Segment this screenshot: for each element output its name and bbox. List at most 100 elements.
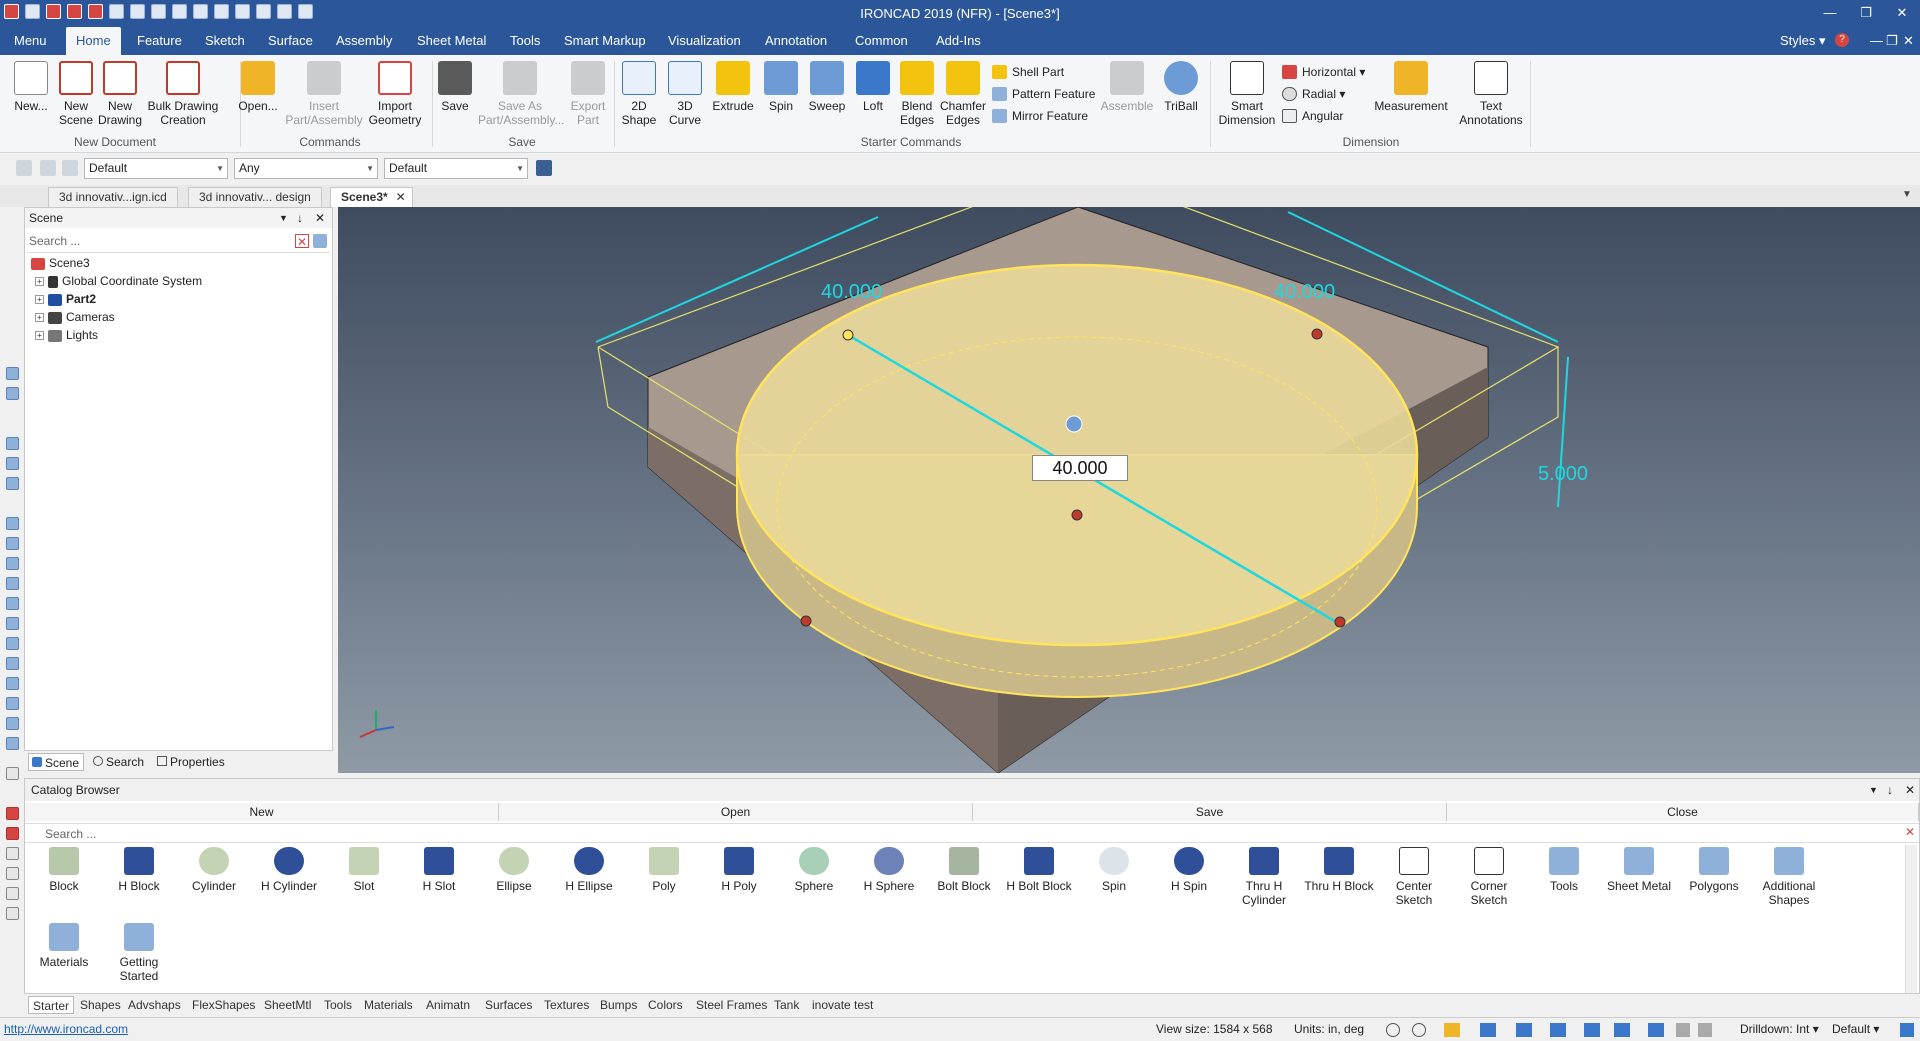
blend-edges-button[interactable]: Blend Edges — [896, 61, 938, 127]
clear-search-icon[interactable]: ✕ — [295, 234, 309, 249]
dimension-label-right[interactable]: 40.000 — [1274, 281, 1335, 303]
handle-point[interactable] — [800, 615, 812, 627]
style-select[interactable]: Default ▾ — [1832, 1018, 1879, 1040]
extrude-button[interactable]: Extrude — [710, 61, 756, 113]
scene-search-input[interactable]: Search ... — [27, 232, 297, 250]
angular-dimension-button[interactable]: Angular — [1282, 107, 1343, 125]
mirror-feature-button[interactable]: Mirror Feature — [992, 107, 1088, 125]
shell-part-button[interactable]: Shell Part — [992, 63, 1064, 81]
tree-node-lights[interactable]: + Lights — [35, 326, 98, 344]
save-as-part-button[interactable]: Save As Part/Assembly... — [478, 61, 564, 127]
catalog-item-thru-h-cylinder[interactable]: Thru H Cylinder — [1229, 847, 1299, 907]
catalog-item-h-block[interactable]: H Block — [104, 847, 174, 893]
strip-tool-icon[interactable] — [6, 677, 19, 690]
close-icon[interactable]: ✕ — [396, 188, 406, 206]
strip-tool-icon[interactable] — [6, 827, 19, 840]
triball-button[interactable]: TriBall — [1158, 61, 1204, 113]
strip-tool-icon[interactable] — [6, 477, 19, 490]
close-icon[interactable]: ✕ — [315, 208, 325, 228]
catalog-tab-steel-frames[interactable]: Steel Frames — [696, 996, 767, 1014]
strip-tool-icon[interactable] — [6, 597, 19, 610]
tab-surface[interactable]: Surface — [258, 27, 323, 55]
pin-icon[interactable]: ↓ — [297, 208, 303, 228]
tab-tools[interactable]: Tools — [500, 27, 550, 55]
loft-button[interactable]: Loft — [852, 61, 894, 113]
catalog-tab-inovate-test[interactable]: inovate test — [812, 996, 873, 1014]
dimension-label-left[interactable]: 40.000 — [821, 281, 882, 303]
strip-tool-icon[interactable] — [6, 637, 19, 650]
catalog-item-h-slot[interactable]: H Slot — [404, 847, 474, 893]
measurement-button[interactable]: Measurement — [1370, 61, 1452, 113]
tab-home[interactable]: Home — [66, 27, 121, 55]
ribbon-minimize-icon[interactable]: — — [1870, 33, 1883, 48]
2d-shape-button[interactable]: 2D Shape — [618, 61, 660, 127]
pattern-feature-button[interactable]: Pattern Feature — [992, 85, 1095, 103]
handle-point[interactable] — [1311, 328, 1323, 340]
catalog-item-poly[interactable]: Poly — [629, 847, 699, 893]
tab-feature[interactable]: Feature — [127, 27, 192, 55]
sweep-button[interactable]: Sweep — [806, 61, 848, 113]
open-button[interactable]: Open... — [236, 61, 280, 113]
tree-node-global-coordinate-system[interactable]: + Global Coordinate System — [35, 272, 202, 290]
new-scene-button[interactable]: New Scene — [56, 61, 96, 127]
handle-point[interactable] — [842, 329, 854, 341]
strip-tool-icon[interactable] — [6, 517, 19, 530]
tab-common[interactable]: Common — [845, 27, 918, 55]
catalog-item-cylinder[interactable]: Cylinder — [179, 847, 249, 893]
tree-node-part2[interactable]: + Part2 — [35, 290, 96, 308]
spin-button[interactable]: Spin — [760, 61, 802, 113]
strip-tool-icon[interactable] — [6, 717, 19, 730]
section-icon[interactable] — [1648, 1023, 1664, 1037]
layer-combo[interactable]: Default ▼ — [384, 158, 528, 179]
pointer-select-icon[interactable] — [1698, 1023, 1712, 1037]
strip-tool-icon[interactable] — [6, 767, 19, 780]
ribbon-close-icon[interactable]: ✕ — [1903, 33, 1914, 49]
zoom-extents-icon[interactable] — [1412, 1023, 1426, 1037]
3d-viewport[interactable]: 40.000 40.000 5.000 40.000 — [338, 207, 1920, 773]
close-icon[interactable]: ✕ — [1905, 779, 1915, 801]
shading-icon[interactable] — [1550, 1023, 1566, 1037]
dimension-label-height[interactable]: 5.000 — [1538, 463, 1588, 485]
catalog-tab-flexshapes[interactable]: FlexShapes — [192, 996, 255, 1014]
save-button[interactable]: Save — [434, 61, 476, 113]
doc-tab-scene3[interactable]: Scene3* ✕ — [330, 187, 413, 207]
catalog-item-sphere[interactable]: Sphere — [779, 847, 849, 893]
catalog-item-block[interactable]: Block — [29, 847, 99, 893]
chamfer-edges-button[interactable]: Chamfer Edges — [940, 61, 986, 127]
assemble-button[interactable]: Assemble — [1100, 61, 1154, 113]
tab-list-chevron-icon[interactable]: ▼ — [1902, 189, 1912, 200]
select-filter-icon[interactable] — [16, 160, 32, 176]
expand-icon[interactable]: + — [35, 331, 44, 341]
tab-visualization[interactable]: Visualization — [658, 27, 751, 55]
catalog-tab-surfaces[interactable]: Surfaces — [485, 996, 532, 1014]
text-annotations-button[interactable]: Text Annotations — [1456, 61, 1526, 127]
strip-tool-icon[interactable] — [6, 367, 19, 380]
style-combo[interactable]: Default ▼ — [84, 158, 228, 179]
catalog-tab-bumps[interactable]: Bumps — [600, 996, 637, 1014]
catalog-tab-advshaps[interactable]: Advshaps — [128, 996, 181, 1014]
strip-tool-icon[interactable] — [6, 457, 19, 470]
catalog-item-spin[interactable]: Spin — [1079, 847, 1149, 893]
catalog-item-bolt-block[interactable]: Bolt Block — [929, 847, 999, 893]
display-icon[interactable] — [1614, 1023, 1630, 1037]
catalog-item-tools[interactable]: Tools — [1529, 847, 1599, 893]
smart-dimension-button[interactable]: Smart Dimension — [1216, 61, 1278, 127]
styles-menu[interactable]: Styles ▾ — [1780, 33, 1826, 49]
ironcad-link[interactable]: http://www.ironcad.com — [4, 1018, 128, 1040]
strip-tool-icon[interactable] — [6, 737, 19, 750]
catalog-item-polygons[interactable]: Polygons — [1679, 847, 1749, 893]
zoom-icon[interactable] — [1386, 1023, 1400, 1037]
catalog-item-additional-shapes[interactable]: Additional Shapes — [1754, 847, 1824, 907]
tab-scene[interactable]: Scene — [28, 753, 85, 771]
catalog-item-getting-started[interactable]: Getting Started — [104, 923, 174, 983]
pin-icon[interactable]: ↓ — [1887, 779, 1893, 801]
catalog-tab-shapes[interactable]: Shapes — [80, 996, 121, 1014]
select-mode-icon[interactable] — [62, 160, 78, 176]
catalog-tab-tools[interactable]: Tools — [324, 996, 352, 1014]
catalog-tab-materials[interactable]: Materials — [364, 996, 413, 1014]
strip-tool-icon[interactable] — [6, 807, 19, 820]
strip-tool-icon[interactable] — [6, 887, 19, 900]
strip-tool-icon[interactable] — [6, 847, 19, 860]
expand-icon[interactable]: + — [35, 313, 44, 323]
catalog-search-input[interactable]: Search ... — [25, 823, 1919, 843]
